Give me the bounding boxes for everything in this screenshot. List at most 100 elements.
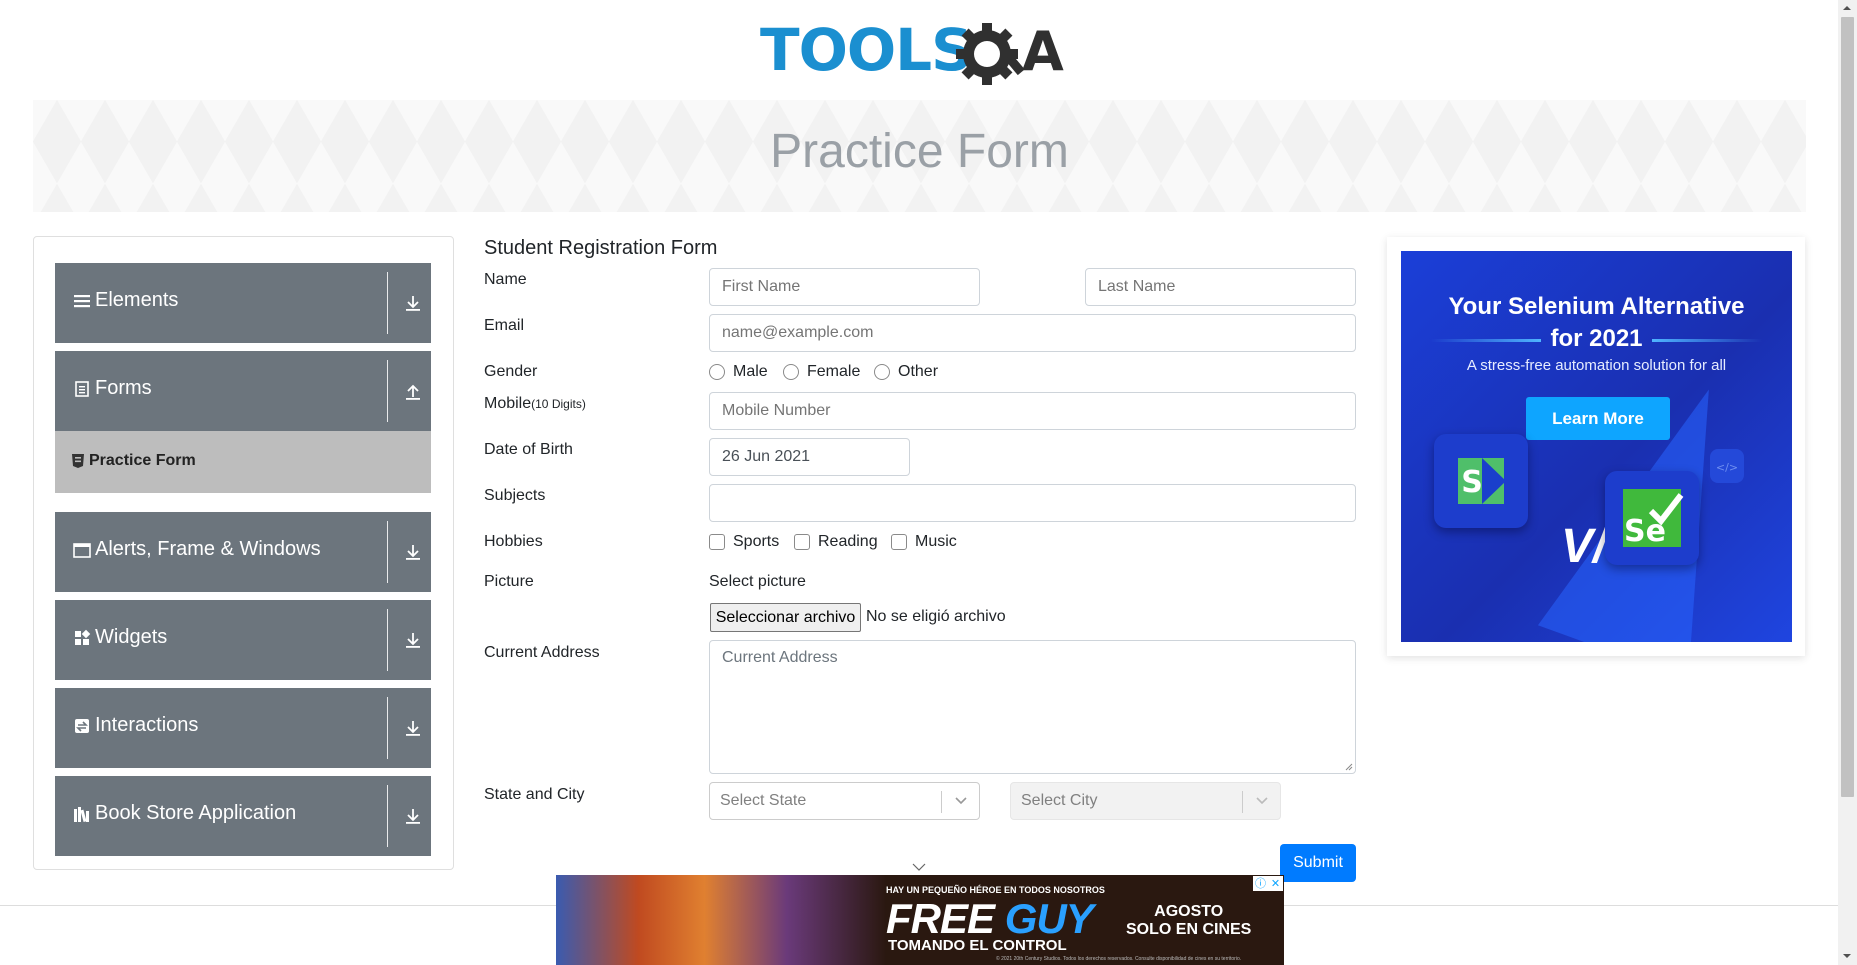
interactions-icon (75, 719, 89, 733)
scrollbar-thumb[interactable] (1841, 17, 1854, 797)
name-label: Name (484, 271, 527, 288)
hobby-option-label: Music (915, 533, 957, 550)
divider (387, 360, 388, 422)
mobile-label: Mobile(10 Digits) (484, 395, 586, 413)
sidebar-group-interactions[interactable]: Interactions (55, 688, 431, 768)
learn-more-button[interactable]: Learn More (1526, 397, 1670, 440)
ad-container: Your Selenium Alternative for 2021 A str… (1387, 237, 1805, 656)
checkbox-box[interactable] (891, 534, 907, 550)
last-name-input[interactable] (1085, 268, 1356, 306)
gender-male-radio[interactable]: Male (709, 363, 768, 381)
sidebar-group-label: Alerts, Frame & Windows (95, 538, 321, 560)
divider (387, 697, 388, 759)
sidebar: Elements Forms Practice Form Alerts, Fra… (33, 236, 454, 870)
email-input[interactable] (709, 314, 1356, 352)
sidebar-group-label: Forms (95, 377, 152, 399)
gender-other-radio[interactable]: Other (874, 363, 938, 381)
sidebar-group-elements[interactable]: Elements (55, 263, 431, 343)
hobby-reading-checkbox[interactable]: Reading (794, 533, 878, 551)
html-icon (72, 454, 84, 468)
mobile-label-text: Mobile (484, 395, 532, 412)
upload-arrow-icon[interactable] (405, 381, 421, 401)
download-arrow-icon[interactable] (405, 630, 421, 650)
current-address-textarea[interactable]: Current Address (709, 640, 1356, 774)
ad-movie-title: FREE GUY (886, 895, 1094, 943)
selenium-alternative-ad[interactable]: Your Selenium Alternative for 2021 A str… (1401, 251, 1792, 642)
ad-movie-image (556, 875, 886, 965)
sidebar-group-widgets[interactable]: Widgets (55, 600, 431, 680)
ad-decor-line (1431, 339, 1541, 342)
hobby-option-label: Sports (733, 533, 780, 550)
submit-button[interactable]: Submit (1280, 844, 1356, 882)
chevron-down-icon[interactable] (954, 795, 968, 807)
subjects-input[interactable] (709, 484, 1356, 522)
katalon-logo-tile: S (1434, 434, 1528, 528)
download-arrow-icon[interactable] (405, 718, 421, 738)
state-city-label: State and City (484, 786, 585, 803)
ad-close-icon[interactable]: ✕ (1268, 876, 1283, 891)
divider (387, 521, 388, 583)
sidebar-item-practice-form[interactable]: Practice Form (55, 431, 431, 493)
scroll-up-arrow-icon[interactable] (1843, 4, 1851, 12)
ad-fine-print: © 2021 20th Century Studios. Todos los d… (996, 956, 1242, 962)
sidebar-group-alerts[interactable]: Alerts, Frame & Windows (55, 512, 431, 592)
download-arrow-icon[interactable] (405, 542, 421, 562)
gender-female-radio[interactable]: Female (783, 363, 860, 381)
subjects-label: Subjects (484, 487, 546, 504)
form-title: Student Registration Form (484, 237, 718, 259)
download-arrow-icon[interactable] (405, 806, 421, 826)
hobby-sports-checkbox[interactable]: Sports (709, 533, 779, 551)
ad-title-free: FREE (886, 895, 995, 942)
address-label: Current Address (484, 644, 600, 661)
picture-hint: Select picture (709, 573, 806, 590)
radio-circle[interactable] (783, 364, 799, 380)
svg-text:</>: </> (1716, 461, 1738, 474)
hobby-music-checkbox[interactable]: Music (891, 533, 957, 551)
free-guy-ad[interactable]: HAY UN PEQUEÑO HÉROE EN TODOS NOSOTROS F… (556, 875, 1284, 965)
ad-release-info: AGOSTO SOLO EN CINES (1126, 903, 1251, 939)
chevron-down-icon[interactable] (1255, 795, 1269, 807)
checkbox-box[interactable] (794, 534, 810, 550)
first-name-input[interactable] (709, 268, 980, 306)
sidebar-group-book-store[interactable]: Book Store Application (55, 776, 431, 856)
mobile-input[interactable] (709, 392, 1356, 430)
state-placeholder: Select State (720, 792, 807, 809)
radio-circle[interactable] (709, 364, 725, 380)
picture-label: Picture (484, 573, 534, 590)
toolsqa-logo[interactable]: TOOLS A (760, 14, 1085, 92)
ad-info-icon[interactable]: ⓘ (1253, 876, 1268, 891)
scroll-down-arrow-icon[interactable] (1843, 952, 1851, 960)
hobby-option-label: Reading (818, 533, 878, 550)
selenium-logo-letters: Se (1624, 514, 1666, 549)
katalon-logo-letter: S (1461, 465, 1483, 500)
choose-file-button[interactable]: Seleccionar archivo (710, 603, 861, 632)
address-placeholder: Current Address (722, 649, 838, 666)
mobile-hint: (10 Digits) (531, 397, 586, 411)
email-label: Email (484, 317, 525, 334)
ad-subtitle: A stress-free automation solution for al… (1466, 357, 1727, 374)
radio-circle[interactable] (874, 364, 890, 380)
date-of-birth-input[interactable]: 26 Jun 2021 (709, 438, 910, 476)
state-select[interactable]: Select State (709, 782, 980, 820)
ad-title-line: Your Selenium Alternative (1448, 293, 1745, 320)
city-placeholder: Select City (1021, 792, 1098, 809)
code-icon: </> (1710, 449, 1744, 483)
books-icon (74, 807, 89, 823)
file-status-text: No se eligió archivo (866, 608, 1006, 625)
city-select[interactable]: Select City (1010, 782, 1281, 820)
sidebar-group-label: Book Store Application (95, 802, 297, 824)
gender-option-label: Male (733, 363, 768, 380)
ad-title: Your Selenium Alternative for 2021 (1401, 291, 1792, 355)
dob-label: Date of Birth (484, 441, 573, 458)
gender-option-label: Other (898, 363, 939, 380)
ad-movie-subtitle: TOMANDO EL CONTROL (888, 937, 1067, 954)
sidebar-group-forms[interactable]: Forms (55, 351, 431, 431)
ad-title-guy: GUY (1004, 895, 1094, 942)
resize-grip-icon[interactable] (1345, 763, 1353, 771)
download-arrow-icon[interactable] (405, 293, 421, 313)
ad-controls: ⓘ ✕ (1253, 876, 1283, 891)
katalon-logo-icon: S (1458, 458, 1506, 504)
logo-text-tools: TOOLS (760, 16, 972, 84)
checkbox-box[interactable] (709, 534, 725, 550)
gender-option-label: Female (807, 363, 861, 380)
